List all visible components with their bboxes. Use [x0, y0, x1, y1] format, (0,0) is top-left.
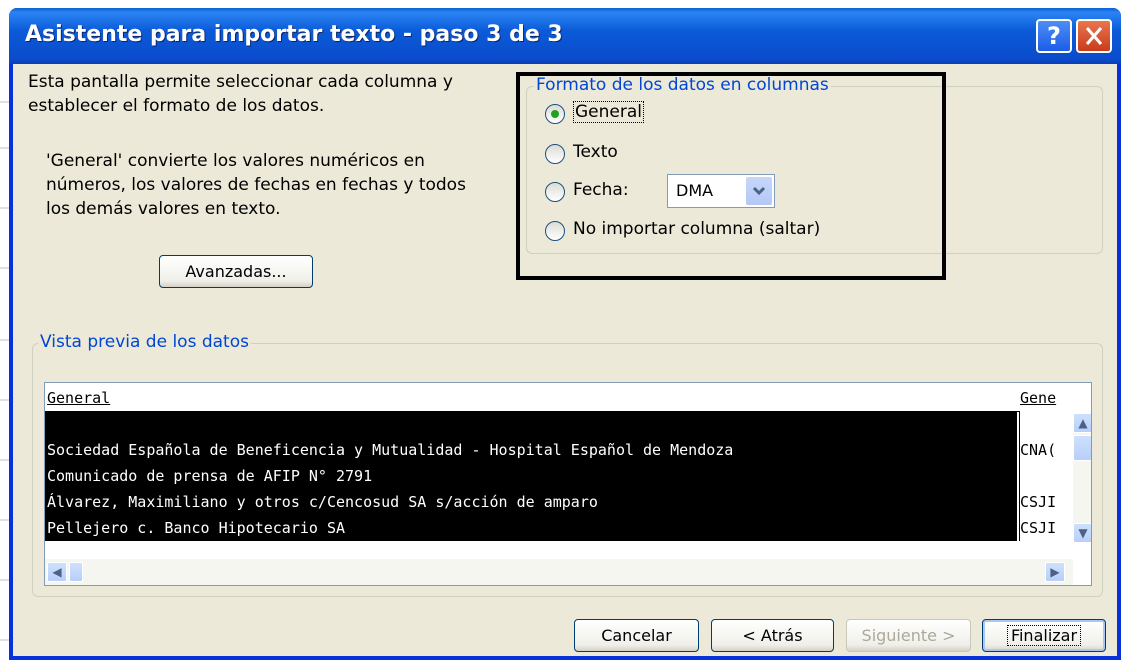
- scroll-right-icon[interactable]: ▶: [1045, 562, 1065, 582]
- finish-button-label: Finalizar: [1006, 625, 1082, 646]
- import-wizard-dialog: Asistente para importar texto - paso 3 d…: [9, 8, 1121, 660]
- preview-column-2[interactable]: CNA( CSJI CSJI: [1019, 411, 1062, 541]
- preview-row: Comunicado de prensa de AFIP N° 2791: [47, 467, 373, 485]
- scroll-up-icon[interactable]: ▲: [1073, 413, 1091, 433]
- radio-texto[interactable]: [545, 144, 565, 164]
- date-format-value: DMA: [676, 181, 714, 200]
- radio-fecha-label[interactable]: Fecha:: [573, 180, 629, 200]
- close-button[interactable]: [1076, 19, 1112, 53]
- date-format-select[interactable]: DMA: [667, 174, 775, 208]
- radio-general-label[interactable]: General: [573, 101, 644, 123]
- scroll-left-icon[interactable]: ◀: [47, 562, 67, 582]
- advanced-button[interactable]: Avanzadas...: [159, 255, 313, 288]
- scroll-down-icon[interactable]: ▼: [1073, 523, 1091, 543]
- explanation-line-2: números, los valores de fechas en fechas…: [46, 175, 466, 195]
- data-preview[interactable]: General Gene Sociedad Española de Benefi…: [44, 382, 1092, 586]
- back-button[interactable]: < Atrás: [711, 619, 834, 652]
- preview-row: CSJI: [1020, 493, 1057, 511]
- cancel-button[interactable]: Cancelar: [574, 619, 699, 652]
- horizontal-scrollbar[interactable]: ◀ ▶: [45, 559, 1073, 585]
- preview-row: Pellejero c. Banco Hipotecario SA: [47, 519, 346, 537]
- preview-row: Sociedad Española de Beneficencia y Mutu…: [47, 441, 734, 459]
- radio-fecha[interactable]: [545, 182, 565, 202]
- preview-column-1[interactable]: Sociedad Española de Beneficencia y Mutu…: [45, 411, 1017, 541]
- intro-text-line-2: establecer el formato de los datos.: [28, 96, 325, 116]
- horizontal-scroll-thumb[interactable]: [69, 562, 83, 582]
- preview-row: CSJI: [1020, 519, 1057, 537]
- vertical-scrollbar[interactable]: ▲ ▼: [1073, 413, 1091, 543]
- column-header-general[interactable]: General: [47, 389, 110, 407]
- intro-text-line-1: Esta pantalla permite seleccionar cada c…: [28, 72, 453, 92]
- chevron-down-icon[interactable]: [746, 177, 772, 205]
- vertical-scroll-thumb[interactable]: [1073, 435, 1091, 461]
- radio-selected-dot: [551, 110, 559, 118]
- title-bar[interactable]: Asistente para importar texto - paso 3 d…: [9, 8, 1121, 64]
- preview-header: General Gene: [45, 383, 1061, 412]
- explanation-line-3: los demás valores en texto.: [46, 199, 281, 219]
- radio-texto-label[interactable]: Texto: [573, 142, 618, 162]
- help-button[interactable]: ?: [1036, 19, 1072, 53]
- finish-button[interactable]: Finalizar: [982, 619, 1106, 652]
- close-icon: [1085, 27, 1103, 45]
- dialog-body: Esta pantalla permite seleccionar cada c…: [13, 64, 1117, 656]
- column-header-2[interactable]: Gene: [1020, 389, 1056, 407]
- window-title: Asistente para importar texto - paso 3 d…: [25, 22, 563, 47]
- preview-row: Álvarez, Maximiliano y otros c/Cencosud …: [47, 493, 598, 511]
- radio-no-importar-label[interactable]: No importar columna (saltar): [573, 219, 820, 239]
- preview-group-label: Vista previa de los datos: [38, 332, 251, 352]
- radio-no-importar[interactable]: [545, 221, 565, 241]
- radio-general[interactable]: [545, 104, 565, 124]
- advanced-button-label: Avanzadas...: [185, 262, 287, 281]
- next-button[interactable]: Siguiente >: [846, 619, 971, 652]
- preview-row: CNA(: [1020, 441, 1057, 459]
- explanation-line-1: 'General' convierte los valores numérico…: [46, 151, 425, 171]
